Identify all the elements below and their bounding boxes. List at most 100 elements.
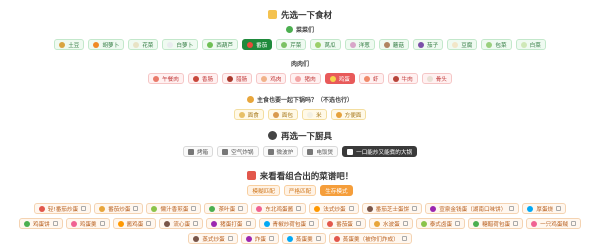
vegetable-icon	[281, 41, 288, 48]
vegetable-chip[interactable]: 白菜	[515, 39, 546, 50]
meat-chip[interactable]: 鸡肉	[256, 73, 287, 84]
staple-icon	[272, 111, 279, 118]
recipe-card[interactable]: 蒸蛋羹（被你们炸成）	[328, 233, 412, 244]
recipe-card[interactable]: 蒸式炒蛋	[188, 233, 238, 244]
vegetable-icon	[520, 41, 527, 48]
match-mode-tab[interactable]: 严格匹配	[283, 185, 317, 196]
appliance-icon	[187, 148, 194, 155]
vegetable-chip[interactable]: 茄子	[413, 39, 444, 50]
dish-icon	[286, 235, 293, 242]
recipe-title: 酱鸡蛋	[126, 221, 144, 228]
recipes-heading-text: 来看看组合出的菜谱吧！	[259, 172, 354, 182]
recipe-card[interactable]: 厚蛋烧	[522, 203, 567, 214]
vegetable-chip[interactable]: 洋葱	[344, 39, 375, 50]
dish-icon	[373, 220, 380, 227]
vegetable-icon	[133, 41, 140, 48]
meat-icon	[295, 75, 302, 82]
recipe-card[interactable]: 东北鸡蛋酱	[251, 203, 307, 214]
vegetable-chip[interactable]: 莴瓜	[310, 39, 341, 50]
recipe-title: 鸡蛋饼	[32, 221, 50, 228]
vegetable-chip[interactable]: 蘑菇	[378, 39, 409, 50]
tool-icon	[81, 206, 87, 211]
match-mode-tab[interactable]: 模糊匹配	[247, 185, 280, 196]
staple-chip[interactable]: 面食	[233, 109, 264, 120]
recipe-card[interactable]: 番茄芝士蛋饼	[361, 203, 423, 214]
meat-icon	[192, 75, 199, 82]
recipe-card[interactable]: 番茄炒蛋	[94, 203, 144, 214]
meat-chip[interactable]: 鸡蛋	[324, 73, 355, 84]
meat-chip[interactable]: 猪肉	[290, 73, 321, 84]
chip-label: 包菜	[495, 42, 507, 49]
staple-chip[interactable]: 米	[302, 109, 327, 120]
recipe-title: 懒汁香煎蛋	[160, 206, 189, 213]
meat-chip[interactable]: 骨头	[421, 73, 452, 84]
vegetable-chip[interactable]: 西葫芦	[202, 39, 238, 50]
meat-chip[interactable]: 牛肉	[387, 73, 418, 84]
recipe-card[interactable]: 糖醋荷包蛋	[468, 218, 524, 229]
page: 先选一下食材 菜菜们 土豆 胡萝卜 花菜 白萝卜 西葫芦 番茄 芹菜 莴瓜 洋葱 蘑菇 茄子 豆腐 包菜…	[0, 0, 600, 247]
vegetable-chip[interactable]: 花菜	[128, 39, 159, 50]
match-mode-tab[interactable]: 生存模式	[320, 185, 353, 196]
tool-icon	[227, 236, 233, 241]
staple-chips: 面食 面包 米 方便面	[0, 109, 600, 120]
vegetable-chip[interactable]: 番茄	[241, 39, 273, 50]
meat-chip[interactable]: 午餐肉	[148, 73, 184, 84]
tool-icon	[355, 221, 361, 226]
recipe-card[interactable]: 懒汁香煎蛋	[146, 203, 202, 214]
recipe-title: 轻!番茄炒蛋	[47, 206, 79, 213]
recipe-card[interactable]: 蒸蛋羹	[281, 233, 326, 244]
tool-chip[interactable]: 一口能炒又能煮的大锅	[342, 146, 418, 157]
meat-heading-text: 肉肉们	[290, 61, 309, 68]
meat-chip[interactable]: 腊肠	[222, 73, 253, 84]
vegetable-chip[interactable]: 土豆	[54, 39, 85, 50]
vegetable-chip[interactable]: 胡萝卜	[88, 39, 125, 50]
appliance-icon	[267, 148, 274, 155]
recipe-card[interactable]: 炸蛋	[240, 233, 279, 244]
recipe-card[interactable]: 青椒炒荷包蛋	[258, 218, 320, 229]
recipes-heading: 来看看组合出的菜谱吧！	[0, 170, 600, 182]
tool-chip[interactable]: 空气炸锅	[217, 146, 259, 157]
recipe-card[interactable]: 猪蛋打蛋	[206, 218, 256, 229]
dish-icon	[527, 205, 534, 212]
recipe-card[interactable]: 酱鸡蛋	[112, 218, 157, 229]
tool-chip[interactable]: 烤箱	[182, 146, 214, 157]
recipe-title: 蒸蛋羹	[295, 236, 313, 243]
vegetable-chip[interactable]: 包菜	[481, 39, 512, 50]
recipe-title: 东北鸡蛋酱	[265, 206, 294, 213]
recipe-card[interactable]: 泰式卤蛋	[415, 218, 466, 229]
recipe-card[interactable]: 番茄蛋	[322, 218, 366, 229]
vegetable-chip[interactable]: 白萝卜	[162, 39, 199, 50]
recipe-card[interactable]: 鸡蛋饼	[18, 218, 63, 229]
vegetable-icon	[452, 41, 459, 48]
vegetable-chip[interactable]: 豆腐	[447, 39, 478, 50]
recipe-card[interactable]: 一只鸡蛋贼	[526, 218, 582, 229]
dish-icon	[70, 220, 77, 227]
vegetable-icon	[349, 41, 356, 48]
chip-label: 香肠	[201, 76, 214, 83]
recipe-title: 一只鸡蛋贼	[540, 221, 569, 228]
recipe-title: 法式炒蛋	[323, 206, 346, 213]
recipe-card[interactable]: 流心蛋	[159, 218, 204, 229]
ingredient-basket-icon	[267, 10, 277, 19]
tools-heading: 再选一下厨具	[0, 130, 600, 142]
dish-icon	[366, 205, 373, 212]
meat-chip[interactable]: 虾	[358, 73, 384, 84]
recipe-title: 鸡蛋羹	[79, 221, 97, 228]
tool-chip[interactable]: 电饭煲	[302, 146, 339, 157]
staple-chip[interactable]: 面包	[267, 109, 298, 120]
dish-icon	[23, 220, 30, 227]
dish-icon	[211, 220, 218, 227]
recipe-card[interactable]: 鸡蛋羹	[65, 218, 110, 229]
recipe-card[interactable]: 轻!番茄炒蛋	[33, 203, 92, 214]
staple-chip[interactable]: 方便面	[330, 109, 367, 120]
meat-chip[interactable]: 香肠	[187, 73, 219, 84]
vegetable-chip[interactable]: 芹菜	[276, 39, 307, 50]
chip-label: 午餐肉	[162, 76, 179, 83]
recipe-card[interactable]: 法式炒蛋	[309, 203, 359, 214]
recipe-card[interactable]: 水波蛋	[368, 218, 413, 229]
recipe-card[interactable]: 茶叶蛋	[204, 203, 249, 214]
chip-label: 茄子	[427, 42, 439, 49]
staple-icon	[335, 111, 342, 118]
tool-chip[interactable]: 微波炉	[262, 146, 299, 157]
recipe-card[interactable]: 宣泉金钱蛋（湖南口味饼）	[425, 203, 520, 214]
